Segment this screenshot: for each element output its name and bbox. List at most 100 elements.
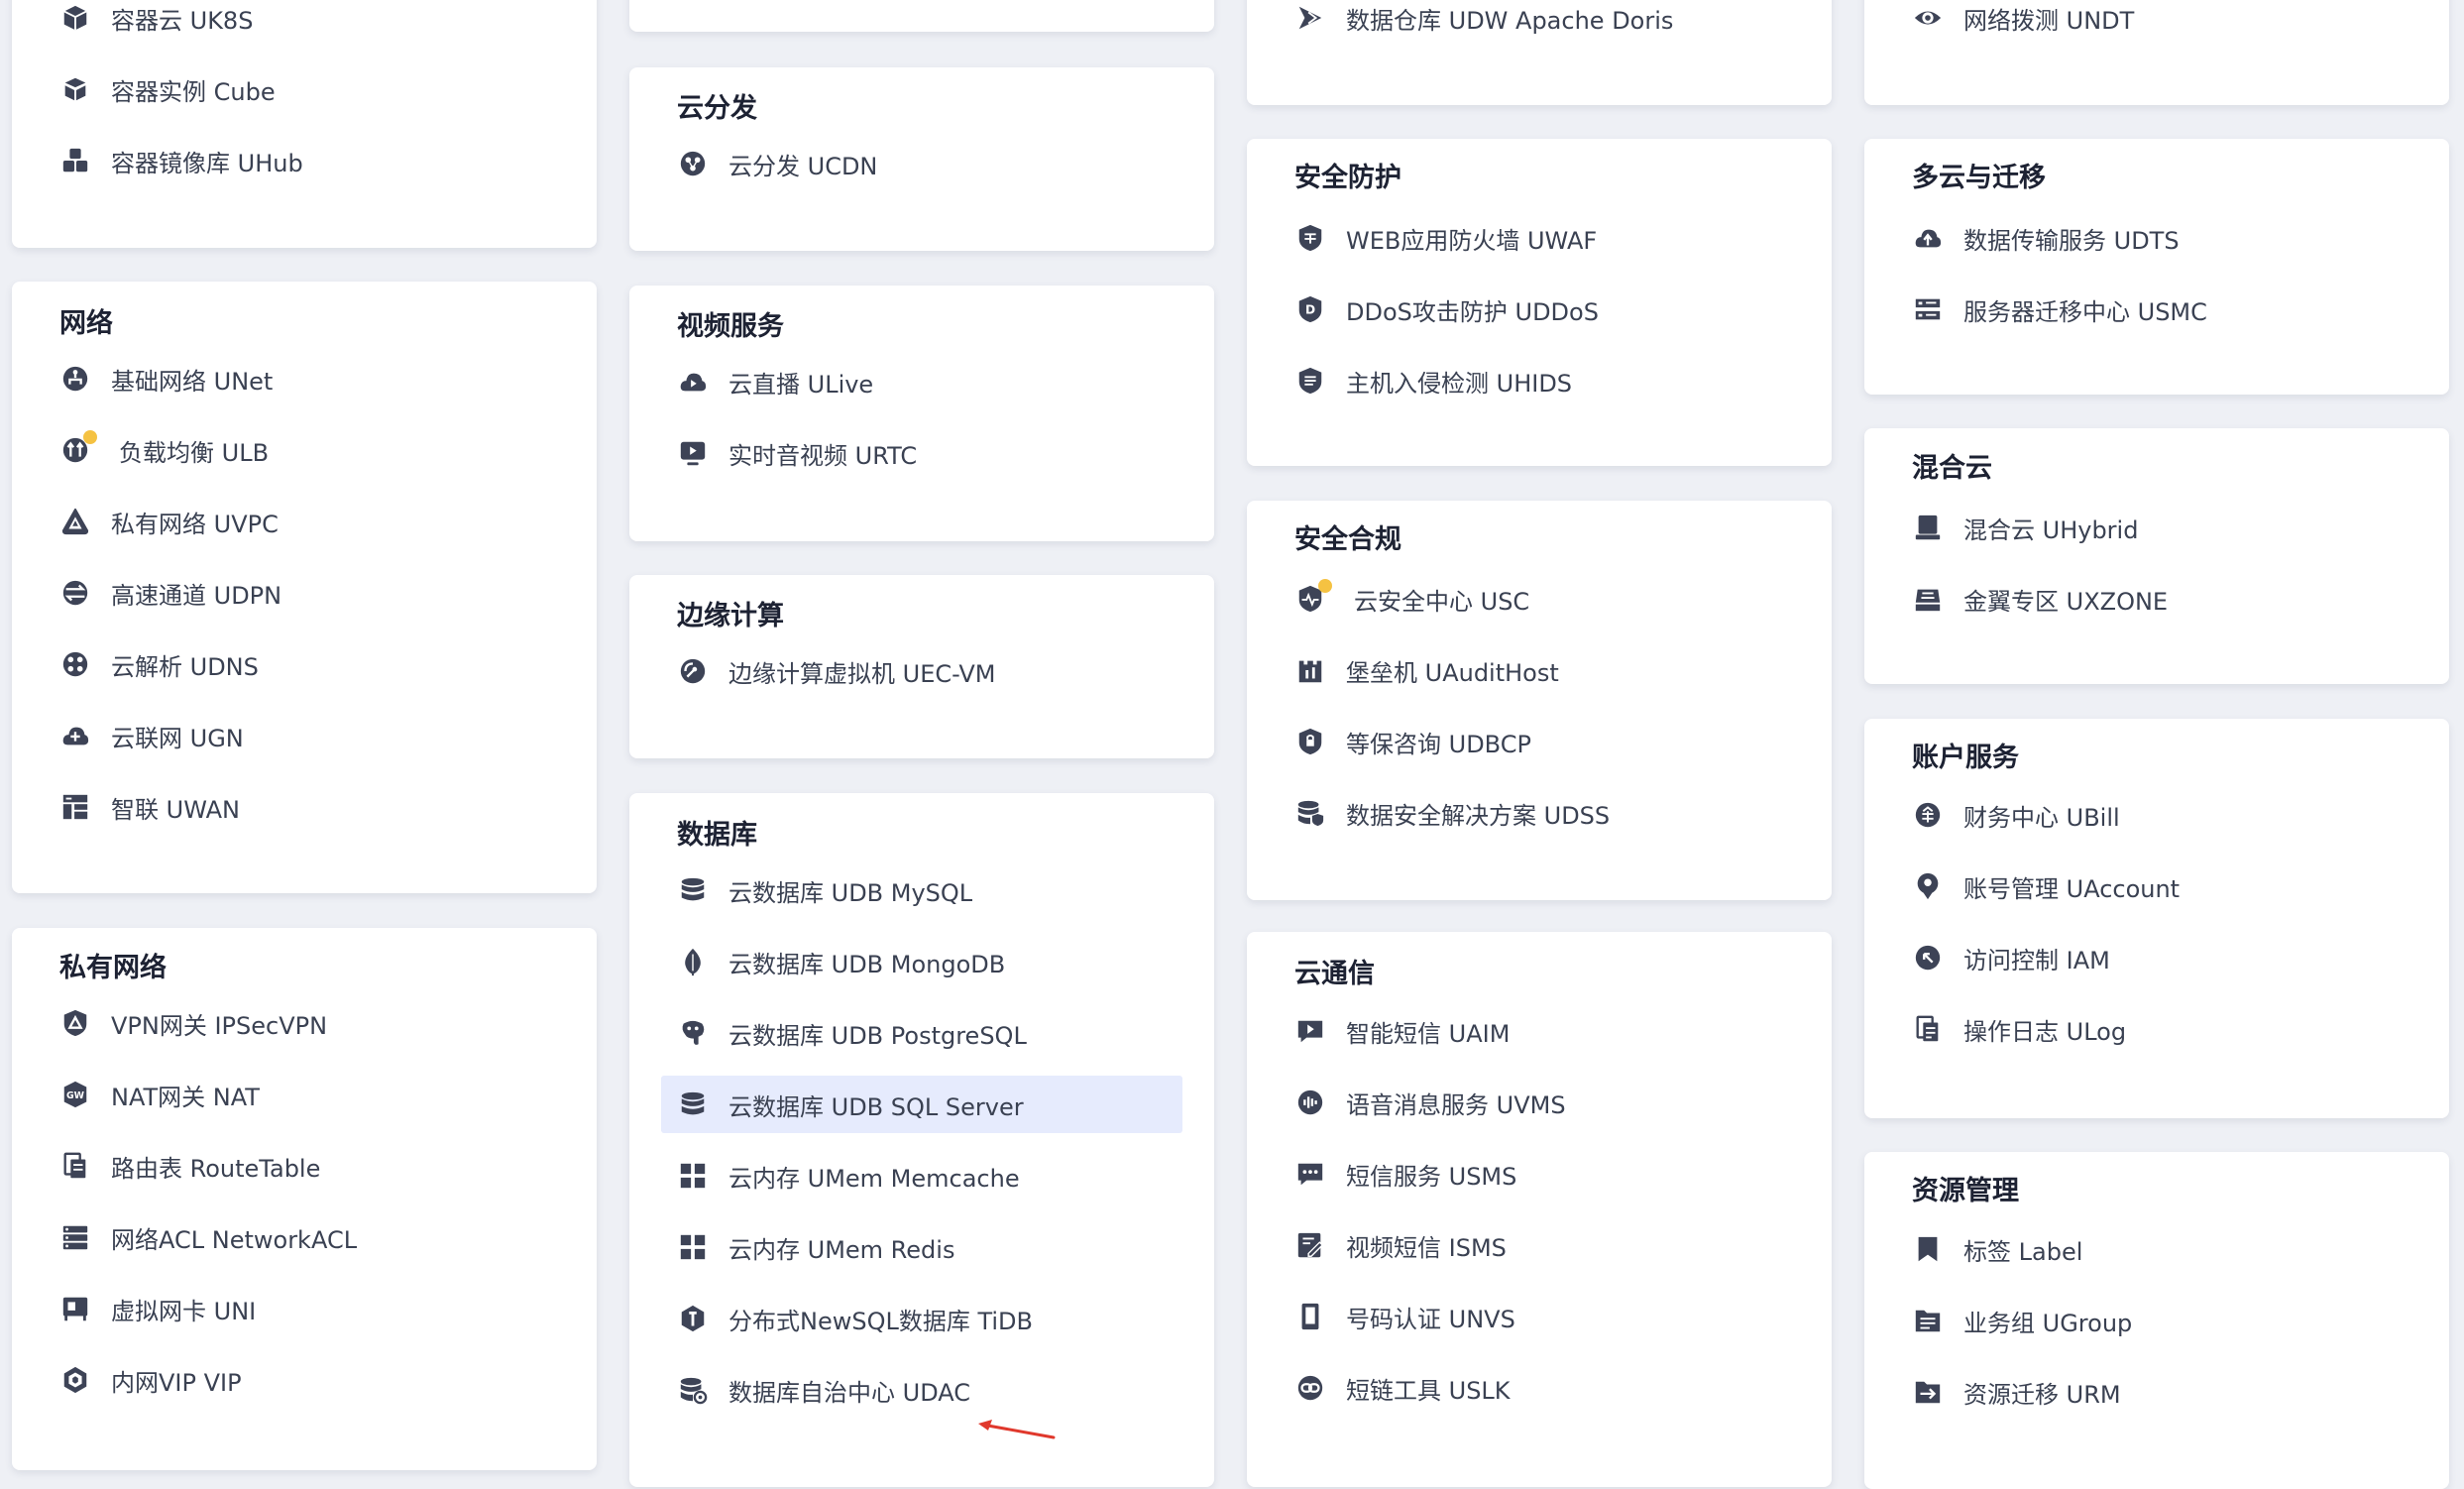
menu-item[interactable]: 云联网 UGN: [44, 707, 565, 764]
eye-icon: [1912, 2, 1944, 34]
menu-item[interactable]: 云数据库 UDB PostgreSQL: [661, 1004, 1182, 1062]
menu-item[interactable]: 分布式NewSQL数据库 TiDB: [661, 1290, 1182, 1347]
menu-item[interactable]: 智能短信 UAIM: [1279, 1002, 1800, 1060]
menu-item[interactable]: 混合云 UHybrid: [1896, 499, 2417, 556]
menu-item[interactable]: 内网VIP VIP: [44, 1351, 565, 1409]
menu-item[interactable]: 视频短信 ISMS: [1279, 1216, 1800, 1274]
dns-icon: [59, 648, 91, 680]
menu-item[interactable]: 操作日志 ULog: [1896, 1000, 2417, 1058]
menu-item[interactable]: 云数据库 UDB MongoDB: [661, 933, 1182, 990]
menu-item-label: 混合云 UHybrid: [1963, 515, 2139, 544]
menu-item[interactable]: 云分发 UCDN: [661, 135, 1182, 192]
service-card: 云分发 云分发 UCDN: [629, 67, 1214, 251]
menu-item[interactable]: 标签 Label: [1896, 1220, 2417, 1278]
card-title: 资源管理: [1912, 1176, 2019, 1206]
menu-item-label: 短信服务 USMS: [1346, 1162, 1517, 1191]
menu-item-label: 网络ACL NetworkACL: [111, 1225, 358, 1254]
service-card: 账户服务 财务中心 UBill 账号管理 UAccount 访问控制 IAM 操作日志 …: [1864, 719, 2449, 1118]
menu-item[interactable]: 容器镜像库 UHub: [44, 132, 565, 189]
menu-item[interactable]: 云数据库 UDB MySQL: [661, 861, 1182, 919]
menu-item[interactable]: 容器云 UK8S: [44, 0, 565, 47]
menu-item[interactable]: 业务组 UGroup: [1896, 1292, 2417, 1349]
menu-item[interactable]: 私有网络 UVPC: [44, 493, 565, 550]
wan-icon: [59, 791, 91, 823]
menu-item[interactable]: 负载均衡 ULB: [44, 421, 565, 479]
vip-icon: [59, 1364, 91, 1396]
menu-item[interactable]: GW NAT网关 NAT: [44, 1066, 565, 1123]
service-card: 安全合规云安全中心 USC 堡垒机 UAuditHost 等保咨询 UDBCP 数据安…: [1247, 501, 1832, 900]
vpc-icon: [59, 506, 91, 537]
card-title: 安全合规: [1294, 524, 1401, 555]
menu-item-label: 语音消息服务 UVMS: [1346, 1090, 1566, 1119]
sms-play-icon: [1294, 1015, 1326, 1047]
menu-item[interactable]: 云内存 UMem Redis: [661, 1218, 1182, 1276]
menu-item[interactable]: 语音消息服务 UVMS: [1279, 1074, 1800, 1131]
database-icon: [677, 1088, 709, 1120]
security-center-icon: [1294, 579, 1332, 615]
mongodb-leaf-icon: [677, 946, 709, 977]
menu-item[interactable]: 财务中心 UBill: [1896, 786, 2417, 844]
waf-shield-icon: [1294, 222, 1326, 254]
menu-item[interactable]: 堡垒机 UAuditHost: [1279, 641, 1800, 699]
menu-item[interactable]: 主机入侵检测 UHIDS: [1279, 352, 1800, 409]
card-title: 边缘计算: [677, 601, 784, 631]
menu-item-label: 边缘计算虚拟机 UEC-VM: [728, 659, 996, 688]
menu-item[interactable]: 网络ACL NetworkACL: [44, 1208, 565, 1266]
compliance-shield-icon: [1294, 726, 1326, 757]
menu-item[interactable]: 云数据库 UDB SQL Server: [661, 1076, 1182, 1133]
express-icon: [59, 577, 91, 609]
menu-item[interactable]: WEB应用防火墙 UWAF: [1279, 209, 1800, 267]
service-card: 数据仓库 UDW Apache Doris: [1247, 0, 1832, 105]
warehouse-icon: [1294, 2, 1326, 34]
svg-text:GW: GW: [66, 1090, 85, 1101]
menu-item[interactable]: 云直播 ULive: [661, 353, 1182, 410]
menu-item[interactable]: 云内存 UMem Memcache: [661, 1147, 1182, 1204]
menu-item[interactable]: 访问控制 IAM: [1896, 929, 2417, 986]
card-title: 云通信: [1294, 959, 1375, 989]
service-card: 安全防护 WEB应用防火墙 UWAF D DDoS攻击防护 UDDoS 主机入侵检测 U…: [1247, 139, 1832, 466]
menu-item[interactable]: 数据传输服务 UDTS: [1896, 209, 2417, 267]
menu-item[interactable]: 云安全中心 USC: [1279, 570, 1800, 628]
tag-icon: [1912, 1233, 1944, 1265]
menu-item[interactable]: D DDoS攻击防护 UDDoS: [1279, 281, 1800, 338]
menu-item[interactable]: 资源迁移 URM: [1896, 1363, 2417, 1421]
box-icon: [59, 2, 91, 34]
menu-item[interactable]: 数据安全解决方案 UDSS: [1279, 784, 1800, 842]
menu-item[interactable]: 数据仓库 UDW Apache Doris: [1279, 0, 1800, 47]
menu-item[interactable]: VPN网关 IPSecVPN: [44, 994, 565, 1052]
menu-item[interactable]: 实时音视频 URTC: [661, 424, 1182, 482]
menu-item[interactable]: 服务器迁移中心 USMC: [1896, 281, 2417, 338]
postgresql-icon: [677, 1017, 709, 1049]
menu-item-label: 云联网 UGN: [111, 724, 244, 752]
card-title: 多云与迁移: [1912, 163, 2046, 193]
service-card: 视频服务 云直播 ULive 实时音视频 URTC: [629, 286, 1214, 541]
menu-item[interactable]: 短信服务 USMS: [1279, 1145, 1800, 1203]
menu-item[interactable]: 基础网络 UNet: [44, 350, 565, 407]
link-icon: [1294, 1372, 1326, 1404]
menu-item[interactable]: 网络拨测 UNDT: [1896, 0, 2417, 47]
service-card: 多云与迁移数据传输服务 UDTS 服务器迁移中心 USMC: [1864, 139, 2449, 395]
red-arrow-annotation: [978, 1420, 1056, 1439]
menu-item[interactable]: 边缘计算虚拟机 UEC-VM: [661, 642, 1182, 700]
menu-item[interactable]: 路由表 RouteTable: [44, 1137, 565, 1195]
card-title: 数据库: [677, 820, 757, 851]
menu-item[interactable]: 智联 UWAN: [44, 778, 565, 836]
service-card: 混合云混合云 UHybrid 金翼专区 UXZONE: [1864, 428, 2449, 684]
menu-item[interactable]: 高速通道 UDPN: [44, 564, 565, 622]
menu-item-label: 云数据库 UDB MongoDB: [728, 950, 1006, 978]
menu-item-label: 业务组 UGroup: [1963, 1309, 2133, 1337]
menu-item-label: WEB应用防火墙 UWAF: [1346, 226, 1598, 255]
menu-item-label: 金翼专区 UXZONE: [1963, 587, 2169, 616]
card-title: 混合云: [1912, 453, 1992, 484]
menu-item[interactable]: 虚拟网卡 UNI: [44, 1280, 565, 1337]
menu-item[interactable]: 短链工具 USLK: [1279, 1359, 1800, 1417]
menu-item[interactable]: 数据库自治中心 UDAC: [661, 1361, 1182, 1419]
menu-item[interactable]: 金翼专区 UXZONE: [1896, 570, 2417, 628]
menu-item[interactable]: 账号管理 UAccount: [1896, 858, 2417, 915]
menu-item[interactable]: 等保咨询 UDBCP: [1279, 713, 1800, 770]
menu-item[interactable]: 云解析 UDNS: [44, 635, 565, 693]
grid-icon: [677, 1160, 709, 1192]
menu-item[interactable]: 容器实例 Cube: [44, 60, 565, 118]
menu-item-label: 高速通道 UDPN: [111, 581, 282, 610]
menu-item[interactable]: 号码认证 UNVS: [1279, 1288, 1800, 1345]
